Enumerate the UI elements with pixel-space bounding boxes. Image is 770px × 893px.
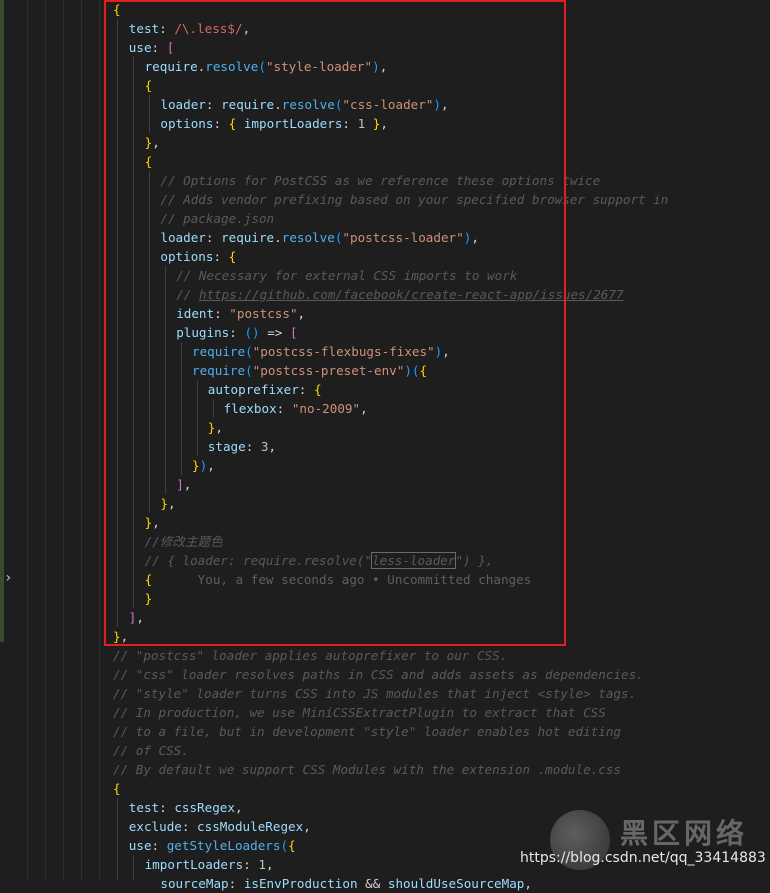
code-line[interactable]: }, — [145, 513, 160, 532]
gutter-divider — [63, 0, 64, 880]
code-line[interactable]: // Adds vendor prefixing based on your s… — [160, 190, 668, 209]
code-line[interactable]: plugins: () => [ — [176, 323, 297, 342]
code-line[interactable]: }, — [145, 133, 160, 152]
code-line[interactable]: exclude: cssModuleRegex, — [129, 817, 311, 836]
watermark: 黑区网络 https://blog.csdn.net/qq_33414883 — [520, 810, 766, 870]
indent-guide — [117, 798, 118, 880]
fold-chevron-icon[interactable]: › — [4, 570, 12, 586]
code-line[interactable]: ident: "postcss", — [176, 304, 305, 323]
gutter-divider — [27, 0, 28, 880]
code-line[interactable]: test: cssRegex, — [129, 798, 243, 817]
indent-guide — [181, 342, 182, 475]
code-line[interactable]: { You, a few seconds ago • Uncommitted c… — [145, 570, 532, 589]
indent-guide — [149, 171, 150, 513]
code-line[interactable]: require("postcss-flexbugs-fixes"), — [192, 342, 450, 361]
code-line[interactable]: // Options for PostCSS as we reference t… — [160, 171, 600, 190]
indent-guide — [165, 266, 166, 494]
code-line[interactable]: { — [113, 0, 121, 19]
code-line[interactable]: { — [113, 779, 121, 798]
code-line[interactable]: ], — [176, 475, 191, 494]
code-line[interactable]: // of CSS. — [113, 741, 189, 760]
code-line[interactable]: stage: 3, — [208, 437, 276, 456]
code-line[interactable]: options: { — [160, 247, 236, 266]
code-editor[interactable]: › { test: /\.less$/, use: [require.resolve… — [0, 0, 770, 891]
code-line[interactable]: use: [ — [129, 38, 175, 57]
code-line[interactable]: loader: require.resolve("css-loader"), — [160, 95, 448, 114]
code-line[interactable]: // https://github.com/facebook/create-re… — [176, 285, 623, 304]
gutter-divider — [99, 0, 100, 880]
code-line[interactable]: importLoaders: 1, — [145, 855, 274, 874]
watermark-url: https://blog.csdn.net/qq_33414883 — [520, 850, 766, 866]
code-line[interactable]: }, — [160, 494, 175, 513]
code-line[interactable]: test: /\.less$/, — [129, 19, 250, 38]
code-line[interactable]: { — [145, 76, 153, 95]
indent-guide — [149, 95, 150, 133]
code-line[interactable]: { — [145, 152, 153, 171]
git-blame-annotation: You, a few seconds ago • Uncommitted cha… — [152, 572, 532, 587]
gutter-divider — [45, 0, 46, 880]
code-line[interactable]: //修改主题色 — [145, 532, 223, 551]
indent-guide — [133, 57, 134, 608]
indent-guide — [197, 380, 198, 456]
indent-guide — [213, 399, 214, 418]
code-line[interactable]: // By default we support CSS Modules wit… — [113, 760, 621, 779]
code-line[interactable]: }), — [192, 456, 215, 475]
gutter-divider — [81, 0, 82, 880]
code-line[interactable]: // In production, we use MiniCSSExtractP… — [113, 703, 606, 722]
code-line[interactable]: sourceMap: isEnvProduction && shouldUseS… — [160, 874, 532, 893]
code-line[interactable]: // Necessary for external CSS imports to… — [176, 266, 517, 285]
code-line[interactable]: require.resolve("style-loader"), — [145, 57, 388, 76]
indent-guide — [117, 19, 118, 627]
code-line[interactable]: }, — [208, 418, 223, 437]
code-line[interactable]: // package.json — [160, 209, 274, 228]
code-line[interactable]: // { loader: require.resolve("less-loade… — [145, 551, 493, 570]
code-line[interactable]: require("postcss-preset-env")({ — [192, 361, 427, 380]
code-line[interactable]: options: { importLoaders: 1 }, — [160, 114, 388, 133]
code-line[interactable]: flexbox: "no-2009", — [224, 399, 368, 418]
code-line[interactable]: // "style" loader turns CSS into JS modu… — [113, 684, 636, 703]
code-line[interactable]: // "postcss" loader applies autoprefixer… — [113, 646, 507, 665]
code-line[interactable]: // "css" loader resolves paths in CSS an… — [113, 665, 644, 684]
code-line[interactable]: }, — [113, 627, 128, 646]
code-line[interactable]: loader: require.resolve("postcss-loader"… — [160, 228, 479, 247]
code-line[interactable]: ], — [129, 608, 144, 627]
indent-guide — [133, 855, 134, 880]
code-line[interactable]: } — [145, 589, 153, 608]
code-line[interactable]: autoprefixer: { — [208, 380, 322, 399]
code-line[interactable]: use: getStyleLoaders({ — [129, 836, 296, 855]
watermark-site-name: 黑区网络 — [620, 817, 749, 850]
git-change-gutter — [0, 0, 4, 642]
code-line[interactable]: // to a file, but in development "style"… — [113, 722, 621, 741]
